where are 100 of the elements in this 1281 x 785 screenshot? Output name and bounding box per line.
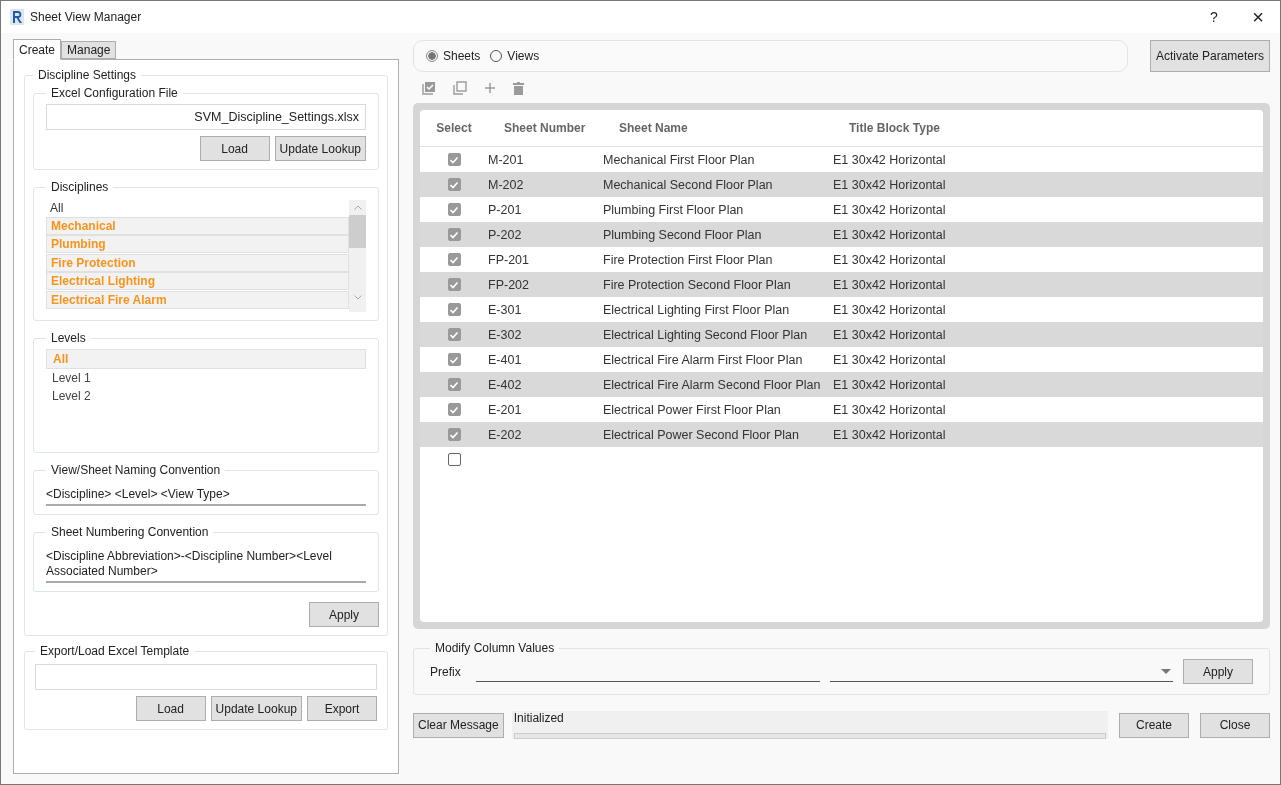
- clear-message-button[interactable]: Clear Message: [413, 712, 504, 738]
- table-cell-text: Electrical Fire Alarm Second Floor Plan: [603, 377, 822, 392]
- help-button[interactable]: ?: [1192, 3, 1236, 31]
- group-title: Excel Configuration File: [50, 86, 179, 100]
- table-row[interactable]: E-402 Electrical Fire Alarm Second Floor Plan E1 30x42 Horizontal: [420, 372, 1263, 397]
- table-cell-text: Fire Protection First Floor Plan: [603, 252, 774, 267]
- table-row[interactable]: P-202 Plumbing Second Floor Plan E1 30x42 Horizontal: [420, 222, 1263, 247]
- scrollbar[interactable]: [349, 200, 366, 312]
- select-checkbox[interactable]: [447, 428, 461, 441]
- action-button[interactable]: Load: [199, 136, 270, 161]
- select-checkbox[interactable]: [447, 303, 461, 316]
- discipline-item[interactable]: All: [46, 200, 349, 216]
- table-row[interactable]: FP-201 Fire Protection First Floor Plan E1 30x42 Horizontal: [420, 247, 1263, 272]
- table-cell-text: E1 30x42 Horizontal: [833, 252, 947, 267]
- tab[interactable]: Manage: [61, 41, 117, 59]
- activate-parameters-button[interactable]: Activate Parameters: [1149, 40, 1270, 72]
- table-cell-text: E1 30x42 Horizontal: [833, 227, 947, 242]
- group-title: Discipline Settings: [37, 68, 138, 82]
- table-cell-text: Fire Protection Second Floor Plan: [603, 277, 792, 292]
- table-cell-text: E1 30x42 Horizontal: [833, 352, 947, 367]
- table-row[interactable]: P-201 Plumbing First Floor Plan E1 30x42 Horizontal: [420, 197, 1263, 222]
- check-all-icon[interactable]: [422, 81, 436, 95]
- table-cell-text: Plumbing Second Floor Plan: [603, 227, 763, 242]
- table-row[interactable]: E-301 Electrical Lighting First Floor Plan E1 30x42 Horizontal: [420, 297, 1263, 322]
- status-message: Initialized: [513, 711, 565, 726]
- action-button[interactable]: Export: [307, 696, 377, 721]
- mode-radio[interactable]: Sheets: [426, 49, 481, 63]
- column-header[interactable]: Title Block Type: [849, 121, 1049, 135]
- table-cell-text: E1 30x42 Horizontal: [833, 302, 947, 317]
- select-checkbox[interactable]: [447, 328, 461, 341]
- tab[interactable]: Create: [13, 39, 62, 60]
- action-button[interactable]: Load: [135, 696, 206, 721]
- table-row[interactable]: FP-202 Fire Protection Second Floor Plan E1 30x42 Horizontal: [420, 272, 1263, 297]
- level-item[interactable]: Level 2: [46, 387, 366, 405]
- delete-icon[interactable]: [513, 81, 524, 95]
- select-checkbox[interactable]: [447, 278, 461, 291]
- group-title: Disciplines: [50, 180, 110, 194]
- select-checkbox[interactable]: [447, 253, 461, 266]
- column-header[interactable]: Sheet Number: [488, 121, 619, 135]
- scroll-down-icon[interactable]: [353, 295, 362, 300]
- app-logo-icon: [10, 9, 24, 25]
- add-icon[interactable]: [484, 82, 496, 94]
- table-cell-text: E1 30x42 Horizontal: [833, 277, 947, 292]
- group-title: Sheet Numbering Convention: [50, 525, 210, 539]
- select-checkbox[interactable]: [447, 153, 461, 166]
- file-field[interactable]: [35, 664, 377, 690]
- table-cell-text: Electrical Fire Alarm First Floor Plan: [603, 352, 804, 367]
- action-button[interactable]: Update Lookup: [274, 136, 366, 161]
- group-title: Modify Column Values: [434, 641, 556, 655]
- column-header[interactable]: Select: [420, 121, 488, 135]
- apply-button[interactable]: Apply: [309, 602, 379, 627]
- table-cell-text: Electrical Power First Floor Plan: [603, 402, 782, 417]
- select-checkbox[interactable]: [447, 353, 461, 366]
- table-row[interactable]: E-201 Electrical Power First Floor Plan E1 30x42 Horizontal: [420, 397, 1263, 422]
- table-row[interactable]: M-202 Mechanical Second Floor Plan E1 30x42 Horizontal: [420, 172, 1263, 197]
- dialog-button[interactable]: Create: [1119, 712, 1189, 738]
- group-title: Export/Load Excel Template: [39, 644, 191, 658]
- table-cell-text: E-201: [488, 402, 523, 417]
- table-cell-text: FP-202: [488, 277, 530, 292]
- dialog-button[interactable]: Close: [1200, 712, 1270, 738]
- group-title: Levels: [50, 331, 87, 345]
- group-title: View/Sheet Naming Convention: [50, 463, 222, 477]
- select-checkbox[interactable]: [447, 178, 461, 191]
- table-cell-text: Electrical Lighting Second Floor Plan: [603, 327, 809, 342]
- level-item[interactable]: Level 1: [46, 369, 366, 387]
- scroll-up-icon[interactable]: [353, 205, 362, 210]
- table-cell-text: E1 30x42 Horizontal: [833, 402, 947, 417]
- table-row[interactable]: M-201 Mechanical First Floor Plan E1 30x42 Horizontal: [420, 147, 1263, 172]
- table-row[interactable]: E-202 Electrical Power Second Floor Plan E1 30x42 Horizontal: [420, 422, 1263, 447]
- table-cell-text: E-402: [488, 377, 523, 392]
- table-cell-text: Electrical Power Second Floor Plan: [603, 427, 800, 442]
- select-checkbox[interactable]: [447, 203, 461, 216]
- table-cell-text: Electrical Lighting First Floor Plan: [603, 302, 791, 317]
- select-checkbox[interactable]: [447, 228, 461, 241]
- select-checkbox[interactable]: [447, 453, 461, 466]
- table-row[interactable]: E-401 Electrical Fire Alarm First Floor Plan E1 30x42 Horizontal: [420, 347, 1263, 372]
- table-cell-text: E1 30x42 Horizontal: [833, 152, 947, 167]
- numbering-field[interactable]: <Discipline Abbreviation>-<Discipline Number><Level Associated Number>: [46, 543, 366, 583]
- table-cell-text: E-401: [488, 352, 523, 367]
- prefix-label: Prefix: [430, 664, 462, 679]
- close-button[interactable]: ×: [1236, 3, 1280, 31]
- apply-button[interactable]: Apply: [1183, 659, 1253, 684]
- naming-field[interactable]: <Discipline> <Level> <View Type>: [46, 481, 366, 506]
- column-header[interactable]: Sheet Name: [619, 121, 849, 135]
- copy-icon[interactable]: [453, 81, 467, 95]
- select-checkbox[interactable]: [447, 403, 461, 416]
- table-cell-text: E1 30x42 Horizontal: [833, 327, 947, 342]
- table-cell-text: E1 30x42 Horizontal: [833, 427, 947, 442]
- action-button[interactable]: Update Lookup: [210, 696, 302, 721]
- table-cell-text: Mechanical First Floor Plan: [603, 152, 756, 167]
- table-cell-text: E1 30x42 Horizontal: [833, 202, 947, 217]
- table-cell-text: E-202: [488, 427, 523, 442]
- table-cell-text: E-302: [488, 327, 523, 342]
- table-cell-text: Plumbing First Floor Plan: [603, 202, 745, 217]
- table-cell-text: P-201: [488, 202, 523, 217]
- file-field[interactable]: SVM_Discipline_Settings.xlsx: [46, 104, 366, 130]
- mode-radio[interactable]: Views: [490, 49, 540, 63]
- table-row[interactable]: E-302 Electrical Lighting Second Floor Plan E1 30x42 Horizontal: [420, 322, 1263, 347]
- select-checkbox[interactable]: [447, 378, 461, 391]
- table-cell-text: E-301: [488, 302, 523, 317]
